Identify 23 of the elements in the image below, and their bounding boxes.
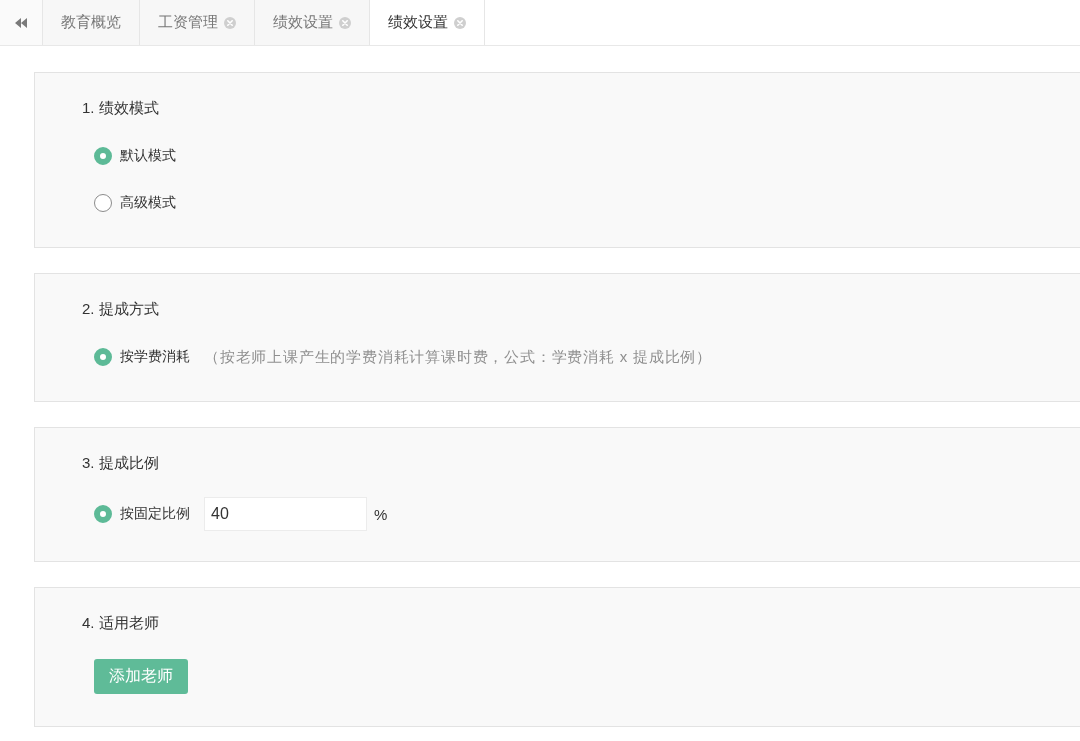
section-title: 4. 适用老师: [82, 613, 159, 633]
close-icon[interactable]: [224, 16, 236, 29]
radio-button[interactable]: [94, 147, 112, 165]
radio-button[interactable]: [94, 348, 112, 366]
section-title: 1. 绩效模式: [82, 98, 159, 118]
option-label[interactable]: 默认模式: [120, 147, 176, 165]
radio-button[interactable]: [94, 194, 112, 212]
tab[interactable]: 工资管理: [140, 0, 255, 45]
hint-text: （按老师上课产生的学费消耗计算课时费，公式：学费消耗 x 提成比例）: [204, 347, 713, 367]
section-title: 2. 提成方式: [82, 299, 159, 319]
option-label[interactable]: 按学费消耗: [120, 348, 190, 366]
radio-button[interactable]: [94, 505, 112, 523]
unit-label: %: [374, 505, 388, 523]
option-label[interactable]: 高级模式: [120, 194, 176, 212]
section-title: 3. 提成比例: [82, 453, 159, 473]
tab[interactable]: 教育概览: [43, 0, 140, 45]
ratio-input[interactable]: 40: [204, 497, 367, 531]
double-triangle-left-icon: [15, 17, 27, 28]
scroll-left-button[interactable]: [0, 0, 43, 45]
option-label[interactable]: 按固定比例: [120, 505, 190, 523]
tab[interactable]: 绩效设置: [255, 0, 370, 45]
close-icon[interactable]: [454, 16, 466, 29]
close-icon[interactable]: [339, 16, 351, 29]
